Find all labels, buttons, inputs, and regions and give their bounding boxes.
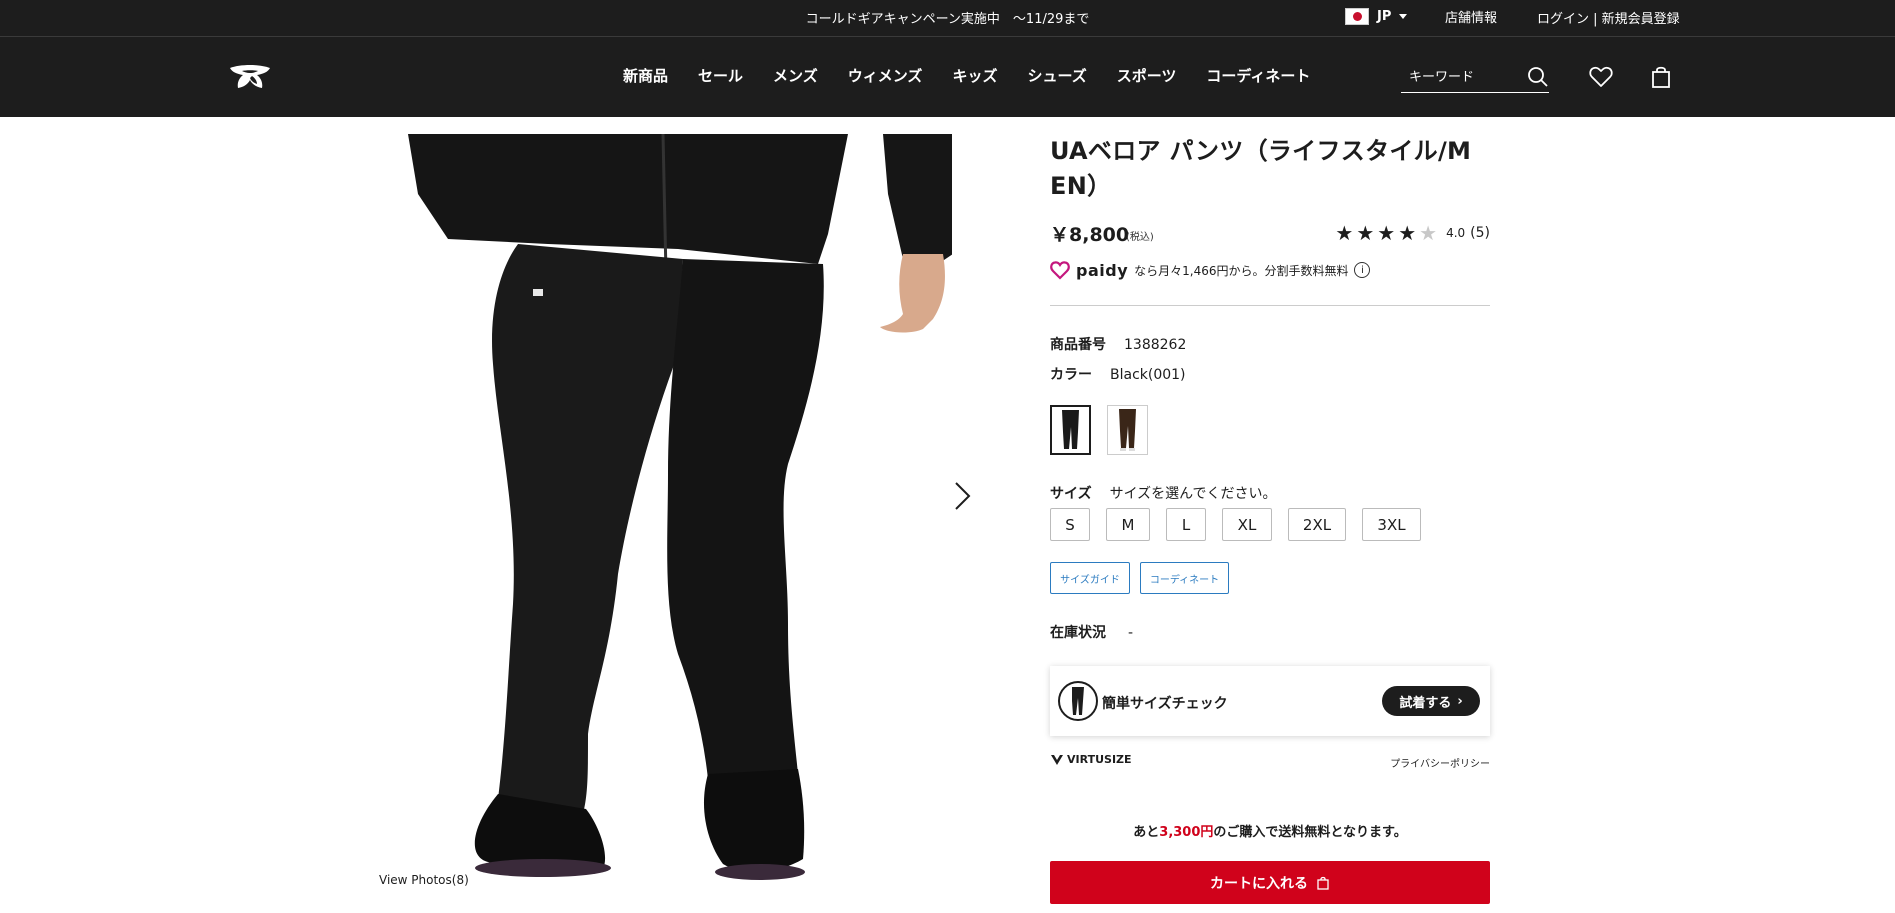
brown-pants-thumbnail [1119, 409, 1136, 451]
color-row: カラー Black(001) [1050, 364, 1186, 384]
star-filled-icon: ★ [1377, 221, 1396, 245]
size-option-s[interactable]: S [1050, 508, 1090, 541]
login-register-link[interactable]: ログイン | 新規会員登録 [1537, 8, 1680, 27]
virtusize-logo-icon [1051, 754, 1063, 765]
pants-avatar-icon [1058, 681, 1098, 721]
star-empty-icon: ★ [1419, 221, 1438, 245]
stock-value: - [1128, 625, 1134, 641]
paidy-brand: paidy [1076, 260, 1129, 280]
color-swatch-brown[interactable] [1107, 405, 1148, 455]
privacy-policy-link[interactable]: プライバシーポリシー [1390, 755, 1490, 770]
nav-item-kids[interactable]: キッズ [952, 65, 997, 86]
tax-note: (税込) [1126, 232, 1154, 243]
virtusize-brand: VIRTUSIZE [1050, 753, 1132, 766]
product-image-gallery[interactable] [348, 134, 952, 889]
add-to-cart-button[interactable]: カートに入れる [1050, 861, 1490, 904]
virtusize-widget: 簡単サイズチェック 試着する › [1050, 666, 1490, 736]
search-box [1401, 62, 1549, 93]
sku-row: 商品番号 1388262 [1050, 334, 1186, 354]
japan-flag-icon [1345, 8, 1369, 25]
next-image-chevron-icon[interactable] [952, 480, 974, 512]
product-info: UAベロア パンツ（ライフスタイル/MEN） ￥8,800 (税込) ★ ★ ★… [1050, 134, 1490, 904]
under-armour-logo[interactable] [228, 65, 272, 91]
search-icon[interactable] [1527, 66, 1549, 88]
size-option-2xl[interactable]: 2XL [1288, 508, 1346, 541]
virtusize-brand-name: VIRTUSIZE [1067, 753, 1132, 766]
chevron-right-icon: › [1457, 693, 1463, 709]
product-title: UAベロア パンツ（ライフスタイル/MEN） [1050, 137, 1472, 200]
nav-item-mens[interactable]: メンズ [773, 65, 818, 86]
nav-item-new[interactable]: 新商品 [623, 65, 668, 86]
try-on-button[interactable]: 試着する › [1382, 686, 1480, 716]
paidy-installment: paidy なら月々1,466円から。分割手数料無料 i [1050, 260, 1371, 280]
paidy-text: なら月々1,466円から。分割手数料無料 [1134, 263, 1349, 278]
free-shipping-message: あと3,300円のご購入で送料無料となります。 [1050, 821, 1490, 840]
main-nav: 新商品 セール メンズ ウィメンズ キッズ シューズ スポーツ コーディネート [623, 65, 1310, 86]
rating-value: 4.0 [1446, 226, 1466, 240]
size-prompt: サイズを選んでください。 [1109, 486, 1277, 502]
shipping-suffix: のご購入で送料無料となります。 [1213, 825, 1407, 840]
chevron-down-icon [1399, 14, 1408, 19]
size-option-m[interactable]: M [1106, 508, 1150, 541]
paidy-logo-icon [1050, 261, 1070, 280]
stock-row: 在庫状況 - [1050, 622, 1133, 642]
size-option-l[interactable]: L [1166, 508, 1206, 541]
coordinate-button[interactable]: コーディネート [1140, 562, 1229, 594]
size-option-3xl[interactable]: 3XL [1362, 508, 1421, 541]
size-option-xl[interactable]: XL [1222, 508, 1272, 541]
size-guide-button[interactable]: サイズガイド [1050, 562, 1130, 594]
view-photos-link[interactable]: View Photos(8) [379, 873, 469, 887]
price-row: ￥8,800 (税込) ★ ★ ★ ★ ★ 4.0 (5) [1050, 220, 1490, 250]
add-to-cart-label: カートに入れる [1210, 875, 1308, 892]
announcement-bar: コールドギアキャンペーン実施中 ～11/29まで JP 店舗情報 ログイン | … [0, 0, 1895, 37]
try-on-label: 試着する [1399, 695, 1452, 711]
divider [1050, 305, 1490, 306]
product-price: ￥8,800 [1050, 224, 1130, 246]
black-pants-thumbnail [1062, 410, 1079, 449]
size-row-label: サイズ サイズを選んでください。 [1050, 483, 1276, 503]
cart-bag-icon [1317, 876, 1329, 890]
star-filled-icon: ★ [1335, 221, 1354, 245]
main-header: 新商品 セール メンズ ウィメンズ キッズ シューズ スポーツ コーディネート [0, 37, 1895, 117]
heart-icon[interactable] [1588, 64, 1614, 90]
info-icon[interactable]: i [1354, 262, 1371, 278]
color-value: Black(001) [1110, 367, 1186, 383]
language-selector[interactable]: JP [1345, 8, 1408, 25]
stock-label: 在庫状況 [1050, 625, 1106, 641]
size-check-text: 簡単サイズチェック [1102, 696, 1228, 712]
nav-item-sports[interactable]: スポーツ [1117, 65, 1177, 86]
store-info-link[interactable]: 店舗情報 [1445, 7, 1497, 26]
shipping-prefix: あと [1133, 825, 1160, 840]
shipping-amount: 3,300円 [1159, 825, 1214, 840]
size-label: サイズ [1050, 486, 1092, 502]
nav-item-sale[interactable]: セール [698, 65, 743, 86]
nav-item-shoes[interactable]: シューズ [1027, 65, 1086, 86]
search-input[interactable] [1409, 70, 1519, 85]
sku-value: 1388262 [1124, 337, 1187, 353]
shopping-bag-icon[interactable] [1648, 64, 1674, 90]
nav-item-coordinate[interactable]: コーディネート [1206, 65, 1310, 86]
color-swatch-black[interactable] [1050, 405, 1091, 455]
star-filled-icon: ★ [1356, 221, 1375, 245]
nav-item-womens[interactable]: ウィメンズ [848, 65, 923, 86]
product-rating[interactable]: ★ ★ ★ ★ ★ 4.0 (5) [1335, 223, 1490, 243]
rating-count[interactable]: (5) [1470, 225, 1490, 241]
sku-label: 商品番号 [1050, 337, 1106, 353]
language-code: JP [1377, 9, 1392, 24]
star-filled-icon: ★ [1398, 221, 1417, 245]
product-photo [348, 134, 952, 889]
color-label: カラー [1050, 367, 1092, 383]
